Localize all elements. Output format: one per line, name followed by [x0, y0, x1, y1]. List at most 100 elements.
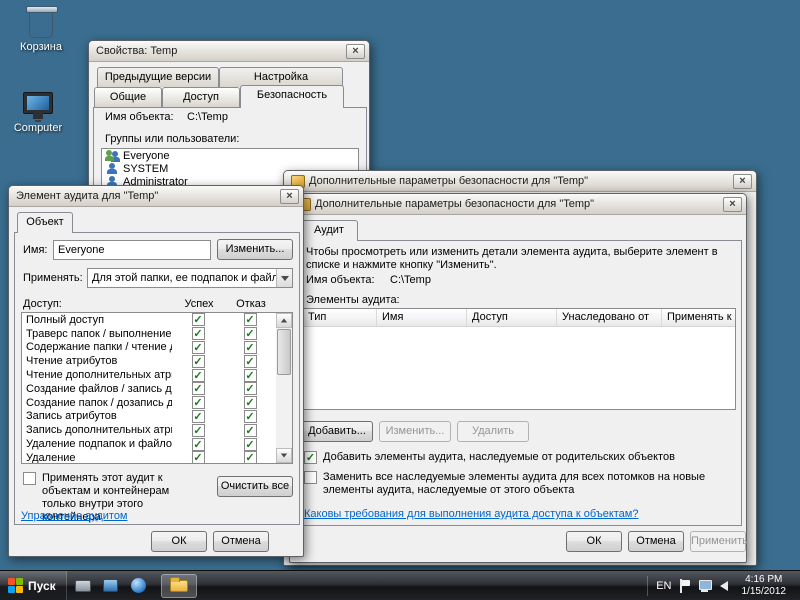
- fail-checkbox[interactable]: [243, 382, 257, 396]
- permission-row[interactable]: Траверс папок / выполнение файлов: [22, 327, 276, 341]
- remove-button[interactable]: Удалить: [457, 421, 529, 442]
- permission-label: Чтение дополнительных атрибутов: [26, 369, 172, 382]
- close-icon[interactable]: ×: [280, 188, 299, 204]
- success-checkbox[interactable]: [191, 327, 205, 341]
- ok-button[interactable]: ОК: [566, 531, 622, 552]
- fail-checkbox[interactable]: [243, 396, 257, 410]
- column-header-apply-to[interactable]: Применять к: [662, 309, 735, 326]
- fail-checkbox[interactable]: [243, 354, 257, 368]
- permission-label: Содержание папки / чтение данных: [26, 341, 172, 354]
- language-indicator[interactable]: EN: [656, 580, 671, 592]
- permission-row[interactable]: Создание файлов / запись данных: [22, 382, 276, 396]
- replace-audit-checkbox[interactable]: [304, 471, 317, 484]
- success-checkbox[interactable]: [191, 437, 205, 451]
- edit-button[interactable]: Изменить...: [379, 421, 451, 442]
- permission-row[interactable]: Запись дополнительных атрибутов: [22, 423, 276, 437]
- permission-row[interactable]: Запись атрибутов: [22, 409, 276, 424]
- fail-checkbox[interactable]: [243, 368, 257, 382]
- active-task-button[interactable]: [160, 573, 197, 598]
- apply-to-dropdown[interactable]: Для этой папки, ее подпапок и файлов: [87, 268, 293, 288]
- audit-entries-label: Элементы аудита:: [306, 294, 400, 306]
- scrollbar[interactable]: [276, 313, 292, 463]
- fail-checkbox[interactable]: [243, 451, 257, 463]
- fail-checkbox[interactable]: [243, 327, 257, 341]
- fail-checkbox[interactable]: [243, 340, 257, 354]
- tab-object[interactable]: Объект: [17, 212, 73, 233]
- permission-row[interactable]: Чтение атрибутов: [22, 354, 276, 368]
- success-checkbox[interactable]: [191, 313, 205, 327]
- network-icon[interactable]: [698, 579, 712, 592]
- fail-checkbox[interactable]: [243, 423, 257, 437]
- tab-customize[interactable]: Настройка: [219, 67, 343, 87]
- change-button[interactable]: Изменить...: [217, 239, 293, 260]
- tab-security[interactable]: Безопасность: [240, 85, 344, 108]
- column-header-inherited-from[interactable]: Унаследовано от: [557, 309, 662, 326]
- inherit-audit-checkbox[interactable]: [304, 451, 317, 464]
- start-button[interactable]: Пуск: [0, 570, 67, 600]
- container-only-checkbox[interactable]: [23, 472, 36, 485]
- scroll-down-icon[interactable]: [276, 448, 292, 463]
- desktop: Корзина Computer Свойства: Temp × Предыд…: [0, 0, 800, 600]
- permission-row[interactable]: Полный доступ: [22, 313, 276, 327]
- quick-launch-icon-3[interactable]: [127, 574, 151, 598]
- access-label: Доступ:: [23, 298, 62, 310]
- fail-checkbox[interactable]: [243, 437, 257, 451]
- desktop-icon-recycle-bin[interactable]: Корзина: [6, 6, 76, 53]
- scroll-up-icon[interactable]: [276, 313, 292, 328]
- column-header-name[interactable]: Имя: [377, 309, 467, 326]
- advanced-titlebar[interactable]: Дополнительные параметры безопасности дл…: [290, 194, 746, 215]
- column-header-type[interactable]: Тип: [303, 309, 377, 326]
- audit-entry-titlebar[interactable]: Элемент аудита для "Temp" ×: [9, 186, 303, 207]
- audit-requirements-link[interactable]: Каковы требования для выполнения аудита …: [304, 508, 638, 520]
- tab-previous-versions[interactable]: Предыдущие версии: [97, 67, 219, 87]
- audit-entry-window: Элемент аудита для "Temp" × Объект Имя: …: [8, 185, 304, 557]
- close-icon[interactable]: ×: [346, 43, 365, 59]
- permission-row[interactable]: Чтение дополнительных атрибутов: [22, 368, 276, 382]
- browser-icon: [131, 578, 147, 593]
- permission-row[interactable]: Удаление подпапок и файлов: [22, 437, 276, 451]
- scrollbar-thumb[interactable]: [277, 329, 291, 375]
- success-checkbox[interactable]: [191, 354, 205, 368]
- apply-button[interactable]: Применить: [690, 531, 748, 552]
- cancel-button[interactable]: Отмена: [628, 531, 684, 552]
- tab-audit[interactable]: Аудит: [300, 220, 358, 241]
- fail-checkbox[interactable]: [243, 409, 257, 423]
- clear-all-button[interactable]: Очистить все: [217, 476, 293, 497]
- tray-clock[interactable]: 4:16 PM 1/15/2012: [736, 574, 793, 598]
- apply-to-value: Для этой папки, ее подпапок и файлов: [92, 272, 276, 284]
- group-list-item[interactable]: Everyone: [102, 149, 358, 162]
- tab-sharing[interactable]: Доступ: [162, 87, 240, 107]
- volume-icon[interactable]: [719, 580, 728, 591]
- advanced-back-titlebar[interactable]: Дополнительные параметры безопасности дл…: [284, 171, 756, 192]
- quick-launch-icon-1[interactable]: [71, 574, 95, 598]
- success-checkbox[interactable]: [191, 409, 205, 423]
- add-button[interactable]: Добавить...: [301, 421, 373, 442]
- success-checkbox[interactable]: [191, 423, 205, 437]
- permission-row[interactable]: Создание папок / дозапись данных: [22, 396, 276, 410]
- permission-row[interactable]: Удаление: [22, 451, 276, 463]
- manage-audit-link[interactable]: Управление аудитом: [21, 510, 128, 522]
- success-checkbox[interactable]: [191, 451, 205, 463]
- column-header-access[interactable]: Доступ: [467, 309, 557, 326]
- success-checkbox[interactable]: [191, 340, 205, 354]
- audit-entries-table[interactable]: Тип Имя Доступ Унаследовано от Применять…: [302, 308, 736, 410]
- name-field[interactable]: Everyone: [53, 240, 211, 260]
- success-checkbox[interactable]: [191, 382, 205, 396]
- success-checkbox[interactable]: [191, 368, 205, 382]
- close-icon[interactable]: ×: [723, 196, 742, 212]
- permission-label: Запись атрибутов: [26, 410, 117, 423]
- properties-titlebar[interactable]: Свойства: Temp ×: [89, 41, 369, 62]
- cancel-button[interactable]: Отмена: [213, 531, 269, 552]
- close-icon[interactable]: ×: [733, 173, 752, 189]
- success-checkbox[interactable]: [191, 396, 205, 410]
- group-name: SYSTEM: [123, 162, 169, 175]
- permission-row[interactable]: Содержание папки / чтение данных: [22, 340, 276, 355]
- ok-button[interactable]: ОК: [151, 531, 207, 552]
- flag-icon[interactable]: [679, 578, 690, 593]
- permissions-listbox[interactable]: Полный доступ Траверс папок / выполнение…: [21, 312, 293, 464]
- fail-checkbox[interactable]: [243, 313, 257, 327]
- quick-launch-icon-2[interactable]: [99, 574, 123, 598]
- tab-general[interactable]: Общие: [94, 87, 162, 107]
- desktop-icon-computer[interactable]: Computer: [3, 92, 73, 134]
- chevron-down-icon[interactable]: [276, 269, 292, 287]
